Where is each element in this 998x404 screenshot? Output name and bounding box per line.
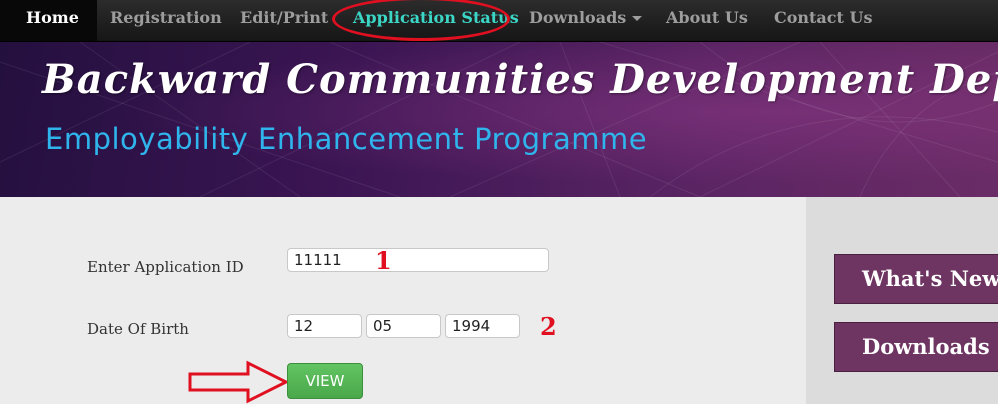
application-id-input[interactable] [287, 248, 549, 272]
nav-about-us[interactable]: About Us [666, 0, 748, 41]
main-content [0, 197, 806, 404]
application-id-label: Enter Application ID [87, 258, 244, 276]
dob-year-input[interactable] [445, 314, 520, 338]
date-of-birth-label: Date Of Birth [87, 320, 189, 338]
banner-subtitle: Employability Enhancement Programme [45, 122, 648, 156]
nav-edit-print[interactable]: Edit/Print [240, 0, 328, 41]
step-2-annotation: 2 [540, 312, 557, 341]
nav-downloads-dropdown[interactable]: Downloads [529, 0, 643, 41]
top-navbar: Home Registration Edit/Print Application… [0, 0, 998, 42]
nav-registration[interactable]: Registration [110, 0, 222, 41]
dob-day-input[interactable] [287, 314, 362, 338]
view-button[interactable]: VIEW [287, 363, 363, 399]
caret-down-icon [632, 16, 643, 21]
nav-downloads-label: Downloads [529, 8, 627, 27]
nav-application-status[interactable]: Application Status [353, 0, 519, 41]
header-banner: Backward Communities Development Departm… [0, 42, 998, 197]
dob-month-input[interactable] [366, 314, 441, 338]
nav-contact-us[interactable]: Contact Us [774, 0, 872, 41]
nav-home[interactable]: Home [0, 0, 97, 41]
whats-new-button[interactable]: What's New [834, 254, 998, 304]
step-1-annotation: 1 [375, 246, 392, 275]
downloads-side-button[interactable]: Downloads [834, 322, 998, 372]
banner-title: Backward Communities Development Departm… [42, 56, 998, 103]
